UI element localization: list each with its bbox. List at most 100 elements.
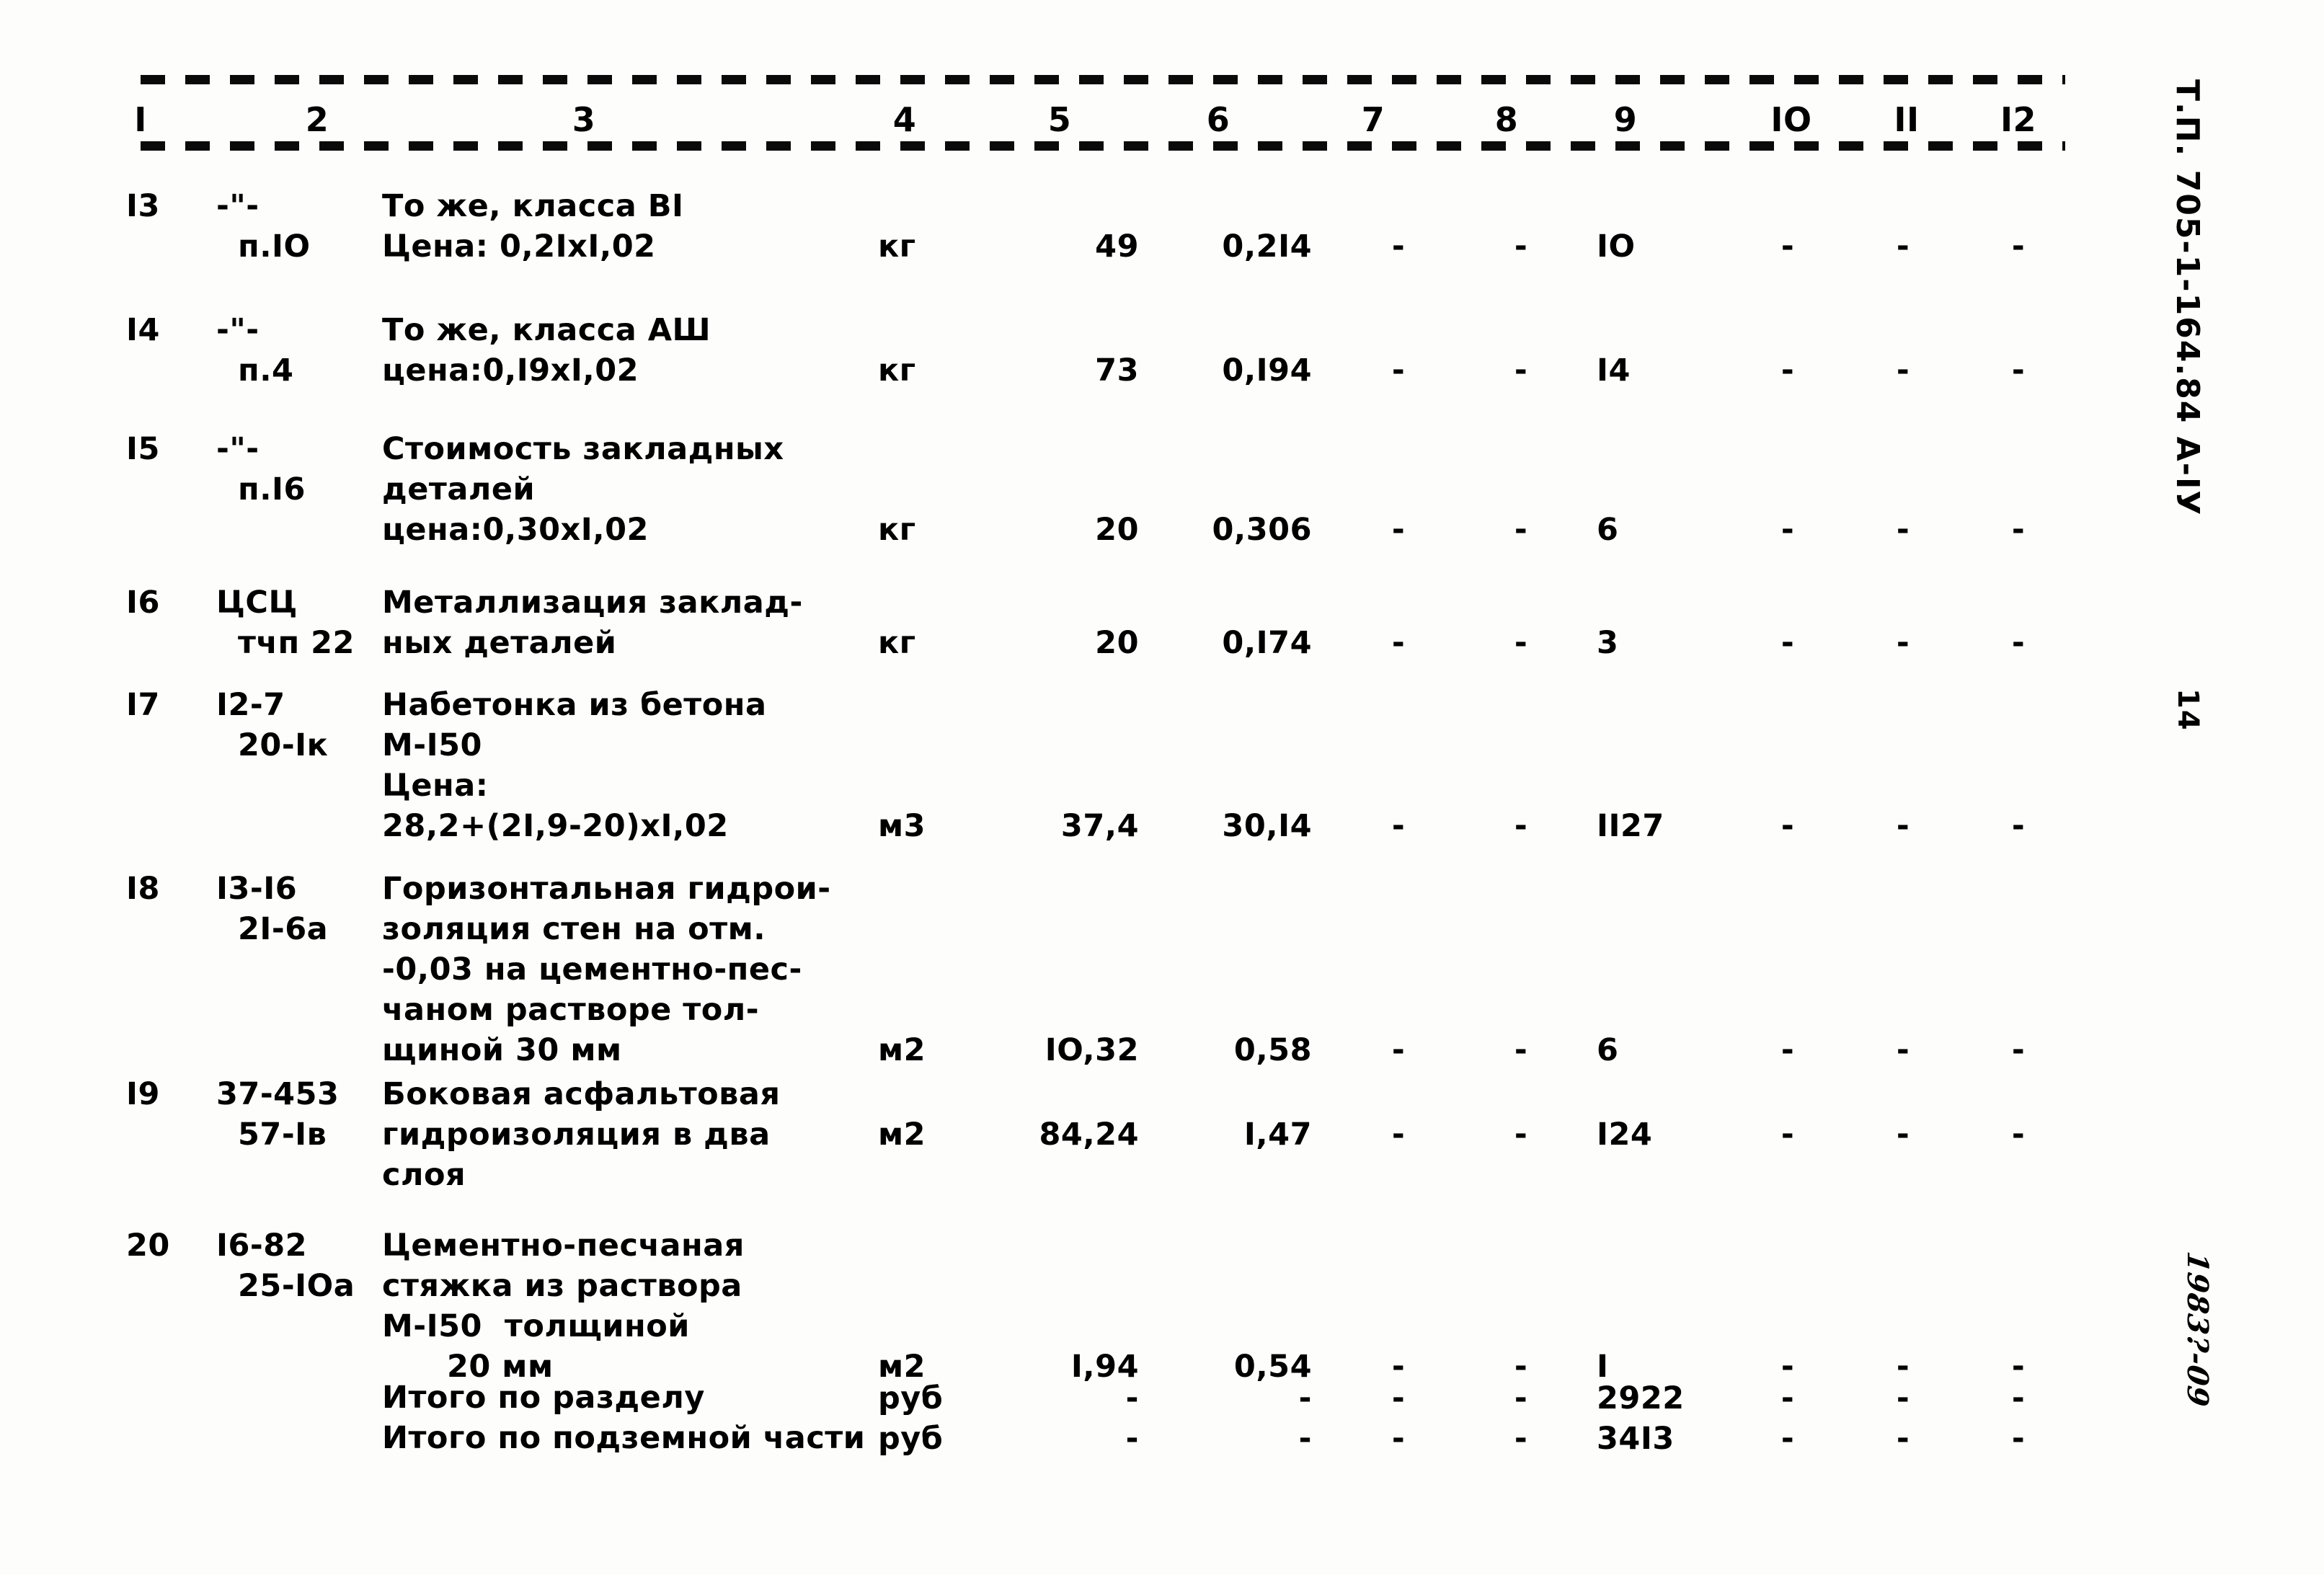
row-col10-value: - (1780, 512, 1795, 548)
total-row-label: Итого по разделу (382, 1380, 705, 1416)
table-row: I6 ЦСЦ тчп 22 Металлизация заклад-ных детал… (0, 582, 2324, 678)
row-description-line: То же, класса ВI (382, 188, 684, 224)
row-unit: кг (878, 352, 916, 389)
row-unit-price: 0,58 (1233, 1032, 1312, 1068)
row-col8-value: - (1514, 352, 1528, 389)
row-col7-value: - (1391, 625, 1406, 661)
row-col7-value: - (1391, 1032, 1406, 1068)
row-col7-value: - (1391, 352, 1406, 389)
row-unit: м2 (878, 1117, 926, 1153)
row-col10-value: - (1780, 229, 1795, 265)
row-col7-value: - (1391, 229, 1406, 265)
row-description-line: М-I50 (382, 727, 482, 763)
row-col11-value: - (1896, 1032, 1910, 1068)
row-col10-value: - (1780, 1032, 1795, 1068)
row-position-number: I4 (126, 312, 160, 348)
row-description-line: Стоимость закладных (382, 431, 784, 467)
total-unit: руб (878, 1421, 944, 1457)
row-total-cost: I4 (1597, 352, 1631, 389)
row-position-number: 20 (126, 1228, 170, 1264)
row-unit: кг (878, 625, 916, 661)
row-description-line: ных деталей (382, 625, 617, 661)
row-description-line: Металлизация заклад- (382, 585, 803, 621)
page-number-stamp: 14 (2171, 688, 2204, 732)
row-norm-code: -"- (216, 431, 260, 467)
row-col11-value: - (1896, 808, 1910, 844)
row-col8-value: - (1514, 808, 1528, 844)
row-norm-code: п.I6 (238, 471, 306, 507)
row-norm-code: ЦСЦ (216, 585, 298, 621)
total-sum: 34I3 (1597, 1421, 1675, 1457)
row-quantity: 84,24 (1039, 1117, 1139, 1153)
row-description-line: щиной 30 мм (382, 1032, 622, 1068)
row-description-line: деталей (382, 471, 536, 507)
row-col12-value: - (2011, 352, 2026, 389)
row-description-line: цена:0,I9хI,02 (382, 352, 639, 389)
row-unit-price: 30,I4 (1222, 808, 1312, 844)
row-position-number: I7 (126, 687, 160, 723)
row-total-cost: 6 (1597, 1032, 1619, 1068)
row-description-line: стяжка из раствора (382, 1268, 742, 1304)
row-col12-value: - (2011, 808, 2026, 844)
row-position-number: I5 (126, 431, 160, 467)
row-col11-value: - (1896, 512, 1910, 548)
row-position-number: I8 (126, 871, 160, 907)
row-unit-price: 0,306 (1212, 512, 1312, 548)
row-col7-value: - (1391, 808, 1406, 844)
row-col11-value: - (1896, 352, 1910, 389)
row-position-number: I3 (126, 188, 160, 224)
row-description-line: Цена: (382, 768, 489, 804)
handwritten-archive-annotation: 1983?-09 (2181, 1249, 2214, 1410)
total-unit-price: - (1298, 1421, 1312, 1457)
table-row: I4 -"- п.4 То же, класса АШ цена:0,I9хI,02 кг… (0, 310, 2324, 405)
total-unit-price: - (1298, 1380, 1312, 1416)
row-position-number: I6 (126, 585, 160, 621)
total-unit: руб (878, 1380, 944, 1416)
total-quantity: - (1125, 1421, 1139, 1457)
row-description-line: гидроизоляция в два (382, 1117, 771, 1153)
row-quantity: 73 (1095, 352, 1139, 389)
row-quantity: 49 (1095, 229, 1139, 265)
row-description-line: Набетонка из бетона (382, 687, 767, 723)
row-col12-value: - (2011, 512, 2026, 548)
table-row: I8 I3-I6 2I-6а Горизонтальная гидрои-золяци… (0, 869, 2324, 1085)
total-col11-value: - (1896, 1380, 1910, 1416)
total-col7-value: - (1391, 1380, 1406, 1416)
row-norm-code: -"- (216, 312, 260, 348)
row-norm-code: I3-I6 (216, 871, 298, 907)
row-description-line: Цена: 0,2IхI,02 (382, 229, 656, 265)
table-total-row: Итого по подземной части руб - - - - 34I3 - - - (0, 1419, 2324, 1459)
row-description-line: То же, класса АШ (382, 312, 711, 348)
row-unit: м3 (878, 808, 926, 844)
row-col11-value: - (1896, 1117, 1910, 1153)
row-col8-value: - (1514, 1117, 1528, 1153)
row-col10-value: - (1780, 352, 1795, 389)
row-unit-price: I,47 (1243, 1117, 1312, 1153)
row-unit: кг (878, 512, 916, 548)
row-col12-value: - (2011, 1117, 2026, 1153)
project-stamp: Т.П. 705-1-164.84 А-IУ (2169, 79, 2206, 517)
row-col8-value: - (1514, 625, 1528, 661)
total-row-label: Итого по подземной части (382, 1420, 866, 1456)
row-description-line: цена:0,30хI,02 (382, 512, 649, 548)
row-total-cost: 3 (1597, 625, 1619, 661)
row-description-line: М-I50 толщиной (382, 1308, 690, 1344)
row-col11-value: - (1896, 229, 1910, 265)
row-col7-value: - (1391, 512, 1406, 548)
row-norm-code: тчп 22 (238, 625, 355, 661)
row-norm-code: 37-453 (216, 1076, 340, 1112)
row-unit-price: 0,2I4 (1222, 229, 1312, 265)
row-col8-value: - (1514, 229, 1528, 265)
row-description-line: золяция стен на отм. (382, 911, 766, 947)
row-col12-value: - (2011, 625, 2026, 661)
row-total-cost: IO (1597, 229, 1636, 265)
row-unit-price: 0,I74 (1222, 625, 1312, 661)
row-col8-value: - (1514, 1032, 1528, 1068)
total-sum: 2922 (1597, 1380, 1685, 1416)
row-quantity: 37,4 (1060, 808, 1139, 844)
row-norm-code: п.4 (238, 352, 294, 389)
row-unit: м2 (878, 1032, 926, 1068)
row-description-line: Горизонтальная гидрои- (382, 871, 831, 907)
row-norm-code: 20-Iк (238, 727, 329, 763)
row-col11-value: - (1896, 625, 1910, 661)
